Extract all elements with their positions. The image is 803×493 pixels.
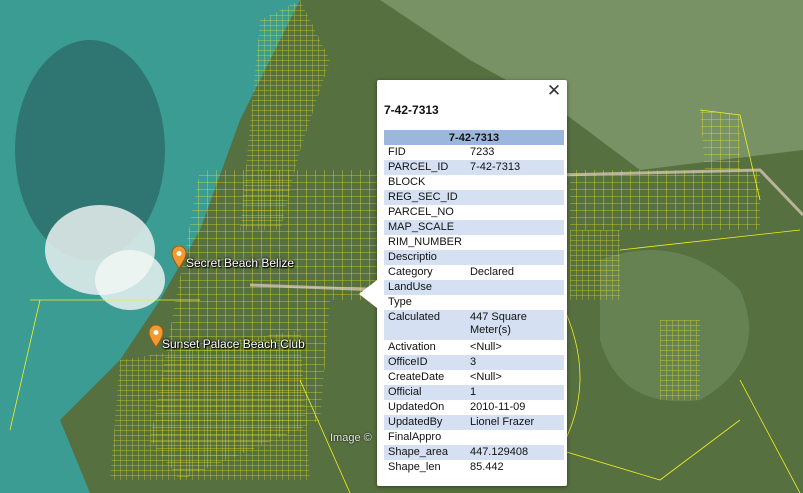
attribute-key: Activation [388, 341, 436, 353]
attribute-value [466, 430, 564, 445]
table-row: RIM_NUMBER [384, 235, 564, 250]
attribute-key: Type [388, 296, 412, 308]
attribute-value: 85.442 [469, 461, 504, 473]
attribute-key: UpdatedOn [388, 401, 445, 413]
table-row: CreateDate <Null> [384, 370, 564, 385]
attribute-key: Shape_area [384, 445, 466, 460]
orange-pin-icon[interactable] [171, 245, 187, 269]
attribute-key: UpdatedBy [384, 415, 466, 430]
table-row: Type [384, 295, 564, 310]
attribute-value: 2010-11-09 [469, 401, 526, 413]
attribute-value [466, 205, 564, 220]
attribute-value [466, 295, 564, 310]
attribute-key: MAP_SCALE [384, 220, 466, 235]
attribute-value: <Null> [469, 371, 502, 383]
table-row: Shape_len 85.442 [384, 460, 564, 475]
table-row: MAP_SCALE [384, 220, 564, 235]
table-row: OfficeID 3 [384, 355, 564, 370]
attribute-key: FID [388, 146, 406, 158]
popup-title: 7-42-7313 [384, 103, 439, 117]
attribute-value: <Null> [469, 341, 502, 353]
attribute-key: PARCEL_NO [388, 206, 454, 218]
parcel-grid [660, 320, 700, 400]
attribute-value [465, 250, 564, 265]
table-row: Descriptio [384, 250, 564, 265]
attribute-value: Lionel Frazer [465, 415, 564, 430]
attribute-key: OfficeID [384, 355, 466, 370]
attribute-table: 7-42-7313 FID 7233 PARCEL_ID 7-42-7313 BLOCK… [384, 130, 564, 475]
table-row: Calculated 447 Square Meter(s) [384, 310, 564, 340]
table-row: BLOCK [384, 175, 564, 190]
attribute-key: RIM_NUMBER [388, 236, 462, 248]
attribute-key: REG_SEC_ID [384, 190, 466, 205]
place-label-sunset-palace[interactable]: Sunset Palace Beach Club [162, 337, 305, 351]
table-row: PARCEL_NO [384, 205, 564, 220]
table-row: FinalAppro [384, 430, 564, 445]
attribute-key: Official [384, 385, 466, 400]
attribute-value: 3 [465, 355, 564, 370]
attribute-value: 7-42-7313 [465, 160, 564, 175]
attribute-key: CreateDate [388, 371, 445, 383]
attribute-key: Category [388, 266, 433, 278]
table-row: FID 7233 [384, 145, 564, 160]
attribute-value: 7233 [469, 146, 495, 158]
place-label-secret-beach[interactable]: Secret Beach Belize [186, 256, 294, 270]
feature-popup: ✕ 7-42-7313 7-42-7313 FID 7233 PARCEL_ID 7-… [359, 80, 567, 486]
attribute-key: LandUse [384, 280, 466, 295]
table-row: PARCEL_ID 7-42-7313 [384, 160, 564, 175]
attribute-value: 447 Square Meter(s) [465, 310, 564, 340]
imagery-watermark: Image © [330, 432, 372, 444]
parcel-grid [700, 110, 740, 170]
attribute-value [465, 280, 564, 295]
parcel-grid [570, 230, 620, 300]
attribute-value [466, 175, 564, 190]
attribute-value [465, 190, 564, 205]
cloud [95, 250, 165, 310]
popup-pointer [359, 280, 377, 308]
parcel-grid [570, 170, 760, 230]
attribute-value [466, 235, 564, 250]
table-row: UpdatedBy Lionel Frazer [384, 415, 564, 430]
table-row: Shape_area 447.129408 [384, 445, 564, 460]
table-row: Official 1 [384, 385, 564, 400]
attribute-key: PARCEL_ID [384, 160, 466, 175]
attribute-value: 447.129408 [465, 445, 564, 460]
table-header: 7-42-7313 [384, 130, 564, 145]
table-row: REG_SEC_ID [384, 190, 564, 205]
attribute-value: Declared [469, 266, 514, 278]
attribute-key: BLOCK [388, 176, 426, 188]
table-row: Category Declared [384, 265, 564, 280]
attribute-key: Descriptio [384, 250, 466, 265]
table-row: UpdatedOn 2010-11-09 [384, 400, 564, 415]
close-icon[interactable]: ✕ [545, 82, 563, 100]
table-row: Activation <Null> [384, 340, 564, 355]
table-row: LandUse [384, 280, 564, 295]
attribute-value: 1 [465, 385, 564, 400]
attribute-value [465, 220, 564, 235]
attribute-key: FinalAppro [388, 431, 442, 443]
attribute-key: Calculated [384, 310, 466, 340]
attribute-key: Shape_len [388, 461, 441, 473]
